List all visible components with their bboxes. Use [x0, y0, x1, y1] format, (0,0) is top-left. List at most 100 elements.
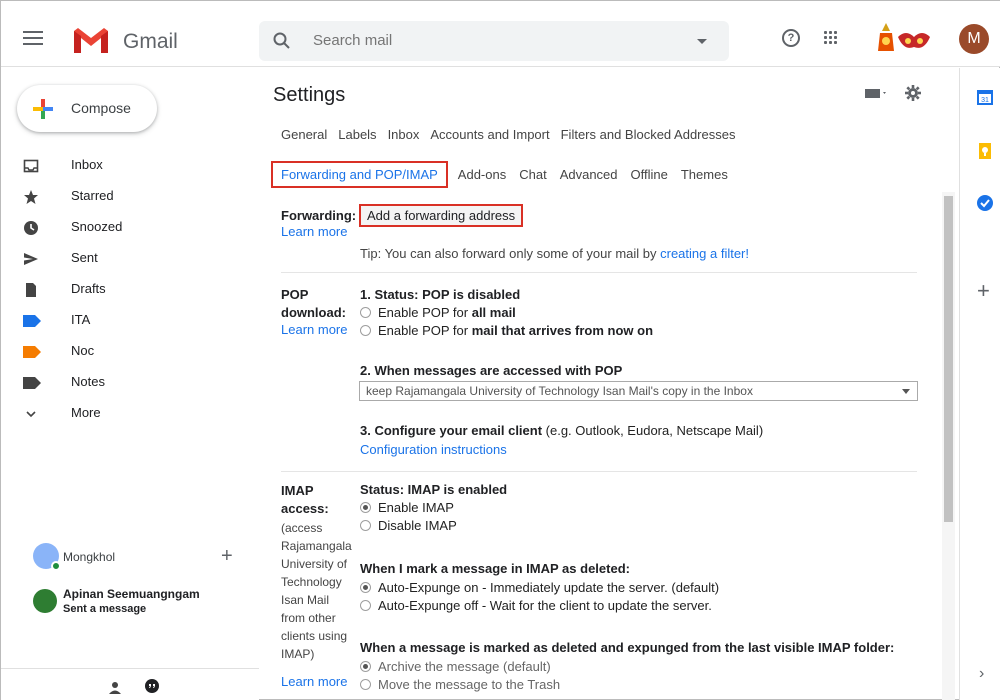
step3-bold: 3. Configure your email client: [360, 423, 543, 438]
sidebar-item-inbox[interactable]: Inbox: [1, 150, 259, 181]
settings-tabs-row2: Forwarding and POP/IMAP Add-ons Chat Adv…: [271, 161, 741, 188]
auto-expunge-on-option[interactable]: Auto-Expunge on - Immediately update the…: [360, 580, 719, 595]
option-label: Enable POP for: [378, 323, 472, 338]
nav-list: Inbox Starred Snoozed Sent Drafts ITA No…: [1, 150, 259, 429]
tab-filters[interactable]: Filters and Blocked Addresses: [561, 127, 736, 142]
tab-forwarding-pop-imap[interactable]: Forwarding and POP/IMAP: [271, 161, 448, 188]
chat-icon[interactable]: [144, 679, 160, 695]
search-bar[interactable]: [259, 21, 729, 61]
imap-enable-option[interactable]: Enable IMAP: [360, 500, 454, 515]
radio-button[interactable]: [360, 520, 371, 531]
select-value: keep Rajamangala University of Technolog…: [366, 384, 753, 398]
sidebar-item-snoozed[interactable]: Snoozed: [1, 212, 259, 243]
archive-message-option[interactable]: Archive the message (default): [360, 659, 551, 674]
sidebar-item-drafts[interactable]: Drafts: [1, 274, 259, 305]
sidebar-item-label: Sent: [71, 250, 98, 265]
hangout-contact[interactable]: Apinan Seemuangngam Sent a message: [33, 587, 253, 623]
keep-icon[interactable]: [976, 142, 994, 160]
clock-icon: [24, 221, 38, 235]
inbox-icon: [23, 159, 39, 173]
sidebar-item-label: Snoozed: [71, 219, 123, 234]
get-addons-icon[interactable]: +: [977, 278, 990, 304]
pop-access-action-select[interactable]: keep Rajamangala University of Technolog…: [359, 381, 918, 401]
move-to-trash-option[interactable]: Move the message to the Trash: [360, 677, 560, 692]
search-options-icon[interactable]: [697, 39, 707, 44]
label-icon: [23, 377, 41, 389]
pop-option-all-mail[interactable]: Enable POP for all mail: [360, 305, 516, 320]
gmail-wordmark[interactable]: Gmail: [123, 30, 178, 54]
auto-expunge-off-option[interactable]: Auto-Expunge off - Wait for the client t…: [360, 598, 712, 613]
tab-inbox[interactable]: Inbox: [388, 127, 420, 142]
tab-chat[interactable]: Chat: [519, 167, 546, 182]
sidebar-item-more[interactable]: More: [1, 398, 259, 429]
add-forwarding-address-button[interactable]: Add a forwarding address: [359, 204, 524, 227]
forwarding-learn-more-link[interactable]: Learn more: [281, 224, 347, 239]
imap-label-line1: IMAP: [281, 483, 314, 498]
search-icon[interactable]: [273, 32, 291, 50]
sidebar-item-noc[interactable]: Noc: [1, 336, 259, 367]
sidebar-item-ita[interactable]: ITA: [1, 305, 259, 336]
imap-disable-option[interactable]: Disable IMAP: [360, 518, 457, 533]
menu-icon[interactable]: [23, 31, 43, 45]
radio-button[interactable]: [360, 307, 371, 318]
compose-plus-icon: [33, 99, 53, 119]
sidebar-item-notes[interactable]: Notes: [1, 367, 259, 398]
scrollbar-thumb[interactable]: [944, 196, 953, 522]
imap-learn-more-link[interactable]: Learn more: [281, 674, 347, 689]
chevron-right-icon[interactable]: ›: [979, 665, 984, 683]
imap-side-note: (access Rajamangala University of Techno…: [281, 521, 352, 661]
configuration-instructions-link[interactable]: Configuration instructions: [360, 442, 507, 457]
pop-option-from-now-on[interactable]: Enable POP for mail that arrives from no…: [360, 323, 653, 338]
pop-step3: 3. Configure your email client (e.g. Out…: [360, 423, 763, 438]
radio-button-selected[interactable]: [360, 582, 371, 593]
label-icon: [23, 346, 41, 358]
sidebar-item-label: Noc: [71, 343, 95, 358]
tab-offline[interactable]: Offline: [631, 167, 668, 182]
tab-labels[interactable]: Labels: [338, 127, 376, 142]
gmail-logo-icon[interactable]: [71, 25, 111, 55]
page-title: Settings: [273, 84, 346, 106]
heading-text: When a message is marked as deleted and …: [360, 640, 895, 655]
calendar-icon[interactable]: 31: [976, 88, 994, 106]
tasks-icon[interactable]: [976, 194, 994, 212]
tab-add-ons[interactable]: Add-ons: [458, 167, 506, 182]
hangouts-account[interactable]: Mongkhol +: [33, 543, 243, 573]
pop-status-text: 1. Status: POP is disabled: [360, 287, 521, 302]
keyboard-icon[interactable]: [865, 87, 889, 99]
pop-learn-more-link[interactable]: Learn more: [281, 322, 347, 337]
radio-button[interactable]: [360, 679, 371, 690]
organization-logo[interactable]: [868, 19, 936, 59]
top-bar: Gmail ? M: [1, 1, 1000, 67]
radio-button[interactable]: [360, 325, 371, 336]
chevron-down-icon: [26, 411, 36, 418]
heading-text: When I mark a message in IMAP as deleted…: [360, 561, 630, 576]
tab-themes[interactable]: Themes: [681, 167, 728, 182]
radio-button-selected[interactable]: [360, 502, 371, 513]
step3-text: (e.g. Outlook, Eudora, Netscape Mail): [542, 423, 764, 438]
imap-status: Status: IMAP is enabled: [360, 482, 507, 497]
pop-label-line2: download:: [281, 305, 346, 320]
help-icon[interactable]: ?: [782, 29, 800, 47]
radio-button[interactable]: [360, 600, 371, 611]
person-icon[interactable]: [109, 681, 121, 695]
creating-filter-link[interactable]: creating a filter!: [660, 246, 749, 261]
tab-accounts-and-import[interactable]: Accounts and Import: [430, 127, 549, 142]
new-conversation-icon[interactable]: +: [221, 545, 233, 568]
sidebar-footer: [1, 668, 259, 700]
compose-button[interactable]: Compose: [17, 85, 157, 132]
sidebar-item-label: More: [71, 405, 101, 420]
sidebar-item-starred[interactable]: Starred: [1, 181, 259, 212]
account-avatar[interactable]: M: [959, 24, 989, 54]
account-name[interactable]: Mongkhol: [63, 550, 115, 564]
option-label: Auto-Expunge on - Immediately update the…: [378, 580, 720, 595]
tab-general[interactable]: General: [281, 127, 327, 142]
pop-step2-heading: 2. When messages are accessed with POP: [360, 363, 622, 378]
radio-button-selected[interactable]: [360, 661, 371, 672]
tab-advanced[interactable]: Advanced: [560, 167, 618, 182]
option-label: Enable POP for: [378, 305, 472, 320]
apps-grid-icon[interactable]: [824, 31, 838, 45]
gear-icon[interactable]: [905, 85, 921, 101]
sidebar-item-sent[interactable]: Sent: [1, 243, 259, 274]
search-input[interactable]: [313, 32, 673, 49]
pop-label-line1: POP: [281, 287, 309, 302]
